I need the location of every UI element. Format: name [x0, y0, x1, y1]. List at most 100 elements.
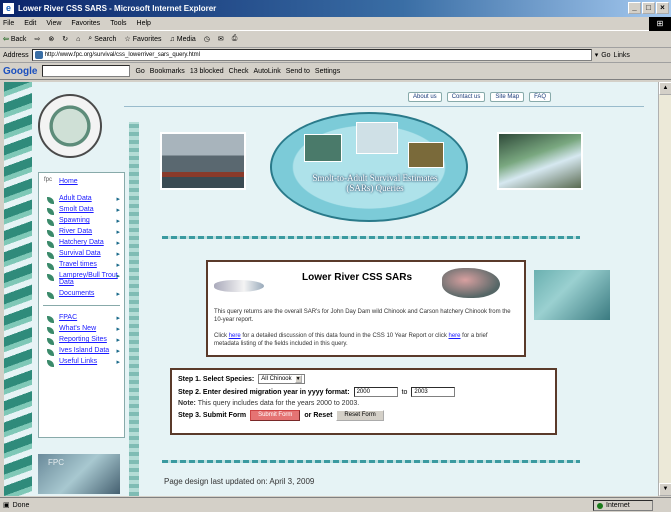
- forward-button[interactable]: ⇨: [34, 35, 40, 43]
- sidebar-link-fpac[interactable]: FPAC: [39, 312, 124, 323]
- banner-photo-left: [304, 134, 342, 162]
- security-zone: Internet: [593, 500, 653, 511]
- maximize-button[interactable]: □: [642, 2, 655, 14]
- columbia-basin-seal-logo[interactable]: [38, 94, 102, 158]
- menu-help[interactable]: Help: [137, 20, 151, 27]
- sidebar-link-whats-new[interactable]: What's New: [39, 323, 124, 334]
- contact-us-link[interactable]: Contact us: [446, 92, 486, 102]
- back-button[interactable]: ⇦ Back: [3, 35, 26, 44]
- home-button[interactable]: ⌂: [76, 36, 80, 43]
- status-text: Done: [12, 501, 30, 509]
- window-titlebar: e Lower River CSS SARS - Microsoft Inter…: [0, 0, 671, 17]
- scroll-up-icon[interactable]: ▲: [659, 82, 671, 95]
- google-search-input[interactable]: [42, 65, 131, 77]
- vertical-decorative-bar: [129, 122, 139, 496]
- sidebar-item-river-data[interactable]: River Data: [39, 226, 124, 237]
- globe-icon: [597, 502, 603, 509]
- sidebar-item-survival-data[interactable]: Survival Data: [39, 248, 124, 259]
- step1-label: Step 1. Select Species:: [178, 375, 255, 383]
- banner-dam-diagram: [356, 122, 398, 154]
- or-reset-label: or Reset: [304, 412, 333, 419]
- star-icon: ☆: [124, 36, 131, 43]
- sidebar-link-useful-links[interactable]: Useful Links: [39, 356, 124, 367]
- spell-check-button[interactable]: Check: [229, 68, 249, 75]
- browser-toolbar: ⇦ Back ⇨ ⊗ ↻ ⌂ ⌕ Search ☆ Favorites ♫ Media …: [0, 31, 671, 48]
- media-button[interactable]: ♫ Media: [169, 36, 195, 43]
- sidebar-item-hatchery-data[interactable]: Hatchery Data: [39, 237, 124, 248]
- underwater-fish-photo: [534, 270, 610, 320]
- menu-file[interactable]: File: [3, 20, 14, 27]
- autolink-button[interactable]: AutoLink: [254, 68, 281, 75]
- reset-button[interactable]: Reset Form: [336, 410, 384, 421]
- google-go-button[interactable]: Go: [135, 68, 144, 75]
- ie-icon: e: [3, 3, 14, 14]
- last-updated-text: Page design last updated on: April 3, 20…: [164, 477, 315, 486]
- google-toolbar: Google Go Bookmarks 13 blocked Check Aut…: [0, 63, 671, 80]
- section-divider-bottom: [162, 460, 580, 463]
- metadata-link[interactable]: here: [449, 333, 461, 339]
- year-from-input[interactable]: 2000: [353, 387, 398, 397]
- history-button[interactable]: ◷: [204, 35, 210, 43]
- sidebar-item-spawning[interactable]: Spawning: [39, 215, 124, 226]
- year-note: Note: This query includes data for the y…: [178, 400, 360, 407]
- address-input[interactable]: http://www.fpc.org/survival/css_lowerriv…: [31, 49, 592, 61]
- sidebar-item-adult-data[interactable]: Adult Data: [39, 193, 124, 204]
- vertical-scrollbar[interactable]: ▲ ▼: [658, 82, 671, 496]
- fish-ladder-photo: [497, 132, 583, 190]
- sars-description: This query returns are the overall SAR's…: [214, 309, 511, 324]
- google-bookmarks-button[interactable]: Bookmarks: [150, 68, 185, 75]
- send-to-button[interactable]: Send to: [286, 68, 310, 75]
- menu-edit[interactable]: Edit: [24, 20, 36, 27]
- sidebar-link-ives-island-data[interactable]: Ives Island Data: [39, 345, 124, 356]
- year-to-input[interactable]: 2003: [411, 387, 456, 397]
- search-button[interactable]: ⌕ Search: [88, 35, 116, 43]
- boat-photo: [160, 132, 246, 190]
- banner-photo-right: [408, 142, 444, 168]
- fpc-logo-image: FPC: [38, 454, 120, 494]
- css-report-link[interactable]: here: [229, 333, 241, 339]
- submit-button[interactable]: Submit Form: [250, 410, 301, 421]
- print-button[interactable]: ⎙: [232, 35, 238, 43]
- scroll-down-icon[interactable]: ▼: [659, 483, 671, 496]
- sidebar-navigation: fpc Home Adult Data Smolt Data Spawning …: [38, 172, 125, 438]
- mail-button[interactable]: ✉: [218, 35, 224, 43]
- section-divider-top: [162, 236, 580, 239]
- sidebar-item-smolt-data[interactable]: Smolt Data: [39, 204, 124, 215]
- page-icon: ▣: [3, 502, 10, 509]
- search-icon: ⌕: [88, 35, 93, 42]
- top-navigation: About us Contact us Site Map FAQ: [408, 92, 552, 102]
- step3-label: Step 3. Submit Form: [178, 412, 247, 419]
- google-logo: Google: [3, 65, 38, 77]
- header-rule: [124, 106, 644, 107]
- sidebar-item-lamprey-bull-trout[interactable]: Lamprey/Bull Trout Data: [39, 270, 124, 288]
- links-button[interactable]: Links: [614, 52, 630, 59]
- step2-label: Step 2. Enter desired migration year in …: [178, 388, 350, 396]
- faq-link[interactable]: FAQ: [529, 92, 552, 102]
- menu-tools[interactable]: Tools: [110, 20, 126, 27]
- close-button[interactable]: ×: [656, 2, 669, 14]
- status-bar: ▣ Done Internet: [0, 497, 671, 512]
- sidebar-item-travel-times[interactable]: Travel times: [39, 259, 124, 270]
- go-button[interactable]: Go: [601, 52, 610, 59]
- google-settings-button[interactable]: Settings: [315, 68, 340, 75]
- address-bar: Address http://www.fpc.org/survival/css_…: [0, 48, 671, 63]
- windows-logo-icon: ⊞: [649, 17, 671, 31]
- stop-button[interactable]: ⊗: [48, 35, 54, 43]
- minimize-button[interactable]: _: [628, 2, 641, 14]
- sidebar-item-documents[interactable]: Documents: [39, 288, 124, 299]
- menu-favorites[interactable]: Favorites: [71, 20, 100, 27]
- popup-blocked-counter[interactable]: 13 blocked: [190, 68, 224, 75]
- address-dropdown-icon[interactable]: ▾: [595, 51, 599, 59]
- sidebar-link-reporting-sites[interactable]: Reporting Sites: [39, 334, 124, 345]
- favorites-button[interactable]: ☆ Favorites: [124, 35, 161, 44]
- refresh-button[interactable]: ↻: [62, 35, 68, 43]
- banner-oval: Smolt-to-Adult Survival Estimates (SARs)…: [270, 112, 468, 222]
- site-map-link[interactable]: Site Map: [490, 92, 525, 102]
- species-select[interactable]: All Chinook ▼: [258, 374, 305, 384]
- sars-heading: Lower River CSS SARs: [302, 272, 413, 283]
- menu-view[interactable]: View: [46, 20, 61, 27]
- sidebar-item-home[interactable]: Home: [39, 173, 124, 193]
- media-icon: ♫: [169, 35, 175, 43]
- about-us-link[interactable]: About us: [408, 92, 442, 102]
- fish-illustration-left: [214, 280, 264, 292]
